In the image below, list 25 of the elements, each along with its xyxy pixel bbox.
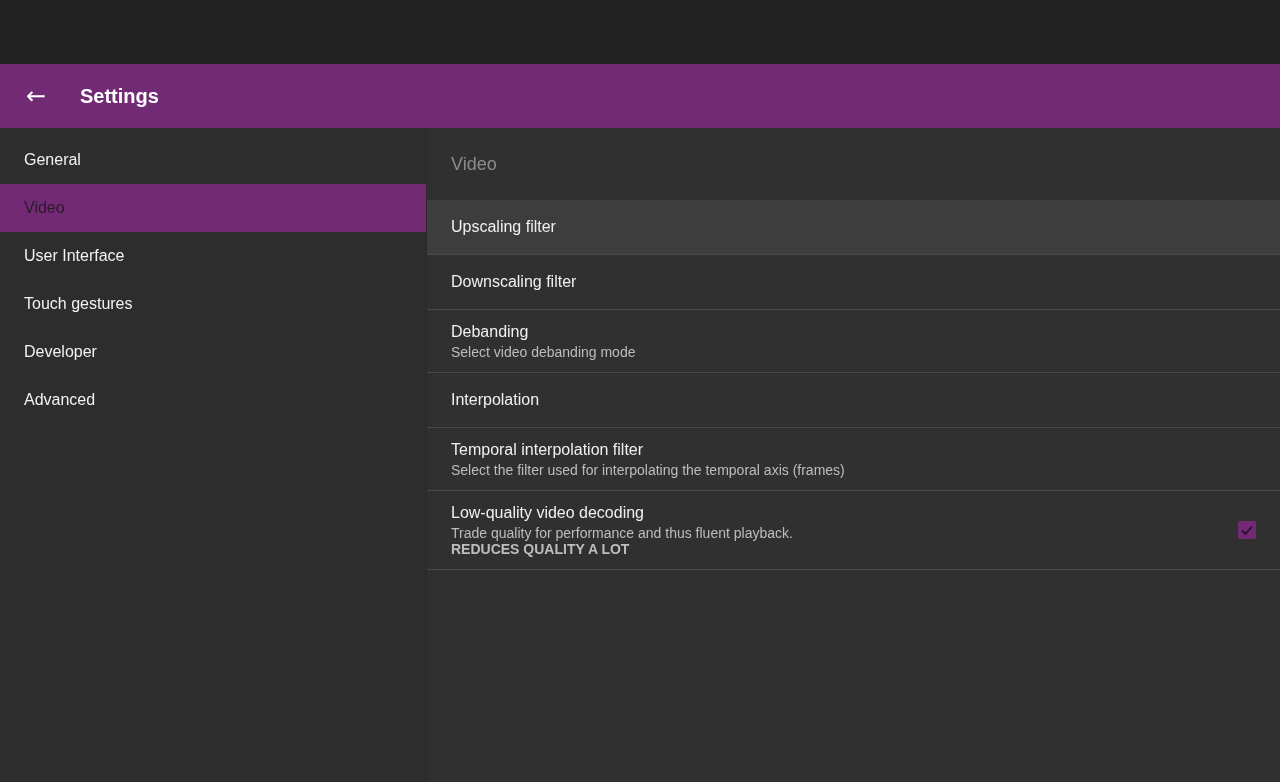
sidebar-item[interactable]: Advanced: [0, 376, 426, 424]
preference-row[interactable]: Temporal interpolation filter Select the filter used for interpolating the temporal axis (frames): [427, 428, 1280, 491]
checkmark-icon: [1240, 523, 1254, 537]
preference-summary: Select the filter used for interpolating the temporal axis (frames): [451, 462, 846, 478]
preference-summary: Select video debanding mode: [451, 344, 637, 360]
section-heading: Video: [450, 152, 498, 176]
checkbox[interactable]: [1238, 521, 1256, 539]
preference-title: Interpolation: [451, 390, 541, 410]
preference-row[interactable]: Upscaling filter: [427, 200, 1280, 255]
preference-summary: Trade quality for performance and thus fluent playback. REDUCES QUALITY A LOT: [451, 525, 794, 557]
preference-title: Upscaling filter: [451, 217, 557, 237]
app-bar-title: Settings: [80, 84, 159, 108]
preference-row[interactable]: Interpolation: [427, 373, 1280, 428]
sidebar-item[interactable]: User Interface: [0, 232, 426, 280]
preference-row[interactable]: Debanding Select video debanding mode: [427, 310, 1280, 373]
preference-row[interactable]: Downscaling filter: [427, 255, 1280, 310]
preference-title: Low-quality video decoding: [451, 503, 645, 523]
sidebar-item[interactable]: Touch gestures: [0, 280, 426, 328]
preference-title: Temporal interpolation filter: [451, 440, 645, 460]
sidebar-item[interactable]: General: [0, 136, 426, 184]
preference-title: Downscaling filter: [451, 272, 578, 292]
sidebar-item[interactable]: Developer: [0, 328, 426, 376]
back-button[interactable]: ←: [24, 84, 48, 108]
preference-title: Debanding: [451, 322, 530, 342]
preference-row[interactable]: Low-quality video decoding Trade quality for performance and thus fluent playback. REDUCES QUALITY A LOT: [427, 491, 1280, 570]
